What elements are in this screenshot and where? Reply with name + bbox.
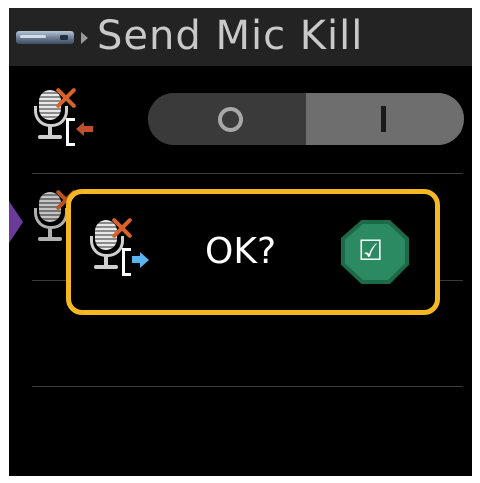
- device-screen: Send Mic Kill OK? ☑: [9, 8, 472, 476]
- checkbox-icon: ☑: [358, 234, 384, 267]
- toggle-off-option[interactable]: [148, 93, 306, 145]
- on-symbol: [381, 106, 386, 132]
- header-bar: Send Mic Kill: [9, 8, 472, 66]
- mic-kill-send-icon: [87, 216, 151, 280]
- device-icon: [16, 31, 74, 44]
- mic-kill-receive-icon: [31, 86, 95, 150]
- dialog-prompt: OK?: [205, 231, 277, 272]
- on-off-toggle[interactable]: [148, 93, 464, 145]
- page-title: Send Mic Kill: [97, 13, 364, 59]
- divider: [32, 173, 463, 174]
- confirm-dialog: OK? ☑: [66, 189, 440, 315]
- confirm-button[interactable]: ☑: [341, 220, 409, 284]
- chevron-right-icon: [81, 32, 88, 44]
- toggle-on-option[interactable]: [306, 93, 464, 145]
- off-symbol: [218, 107, 243, 132]
- selection-tab: [9, 198, 23, 246]
- divider: [32, 386, 463, 387]
